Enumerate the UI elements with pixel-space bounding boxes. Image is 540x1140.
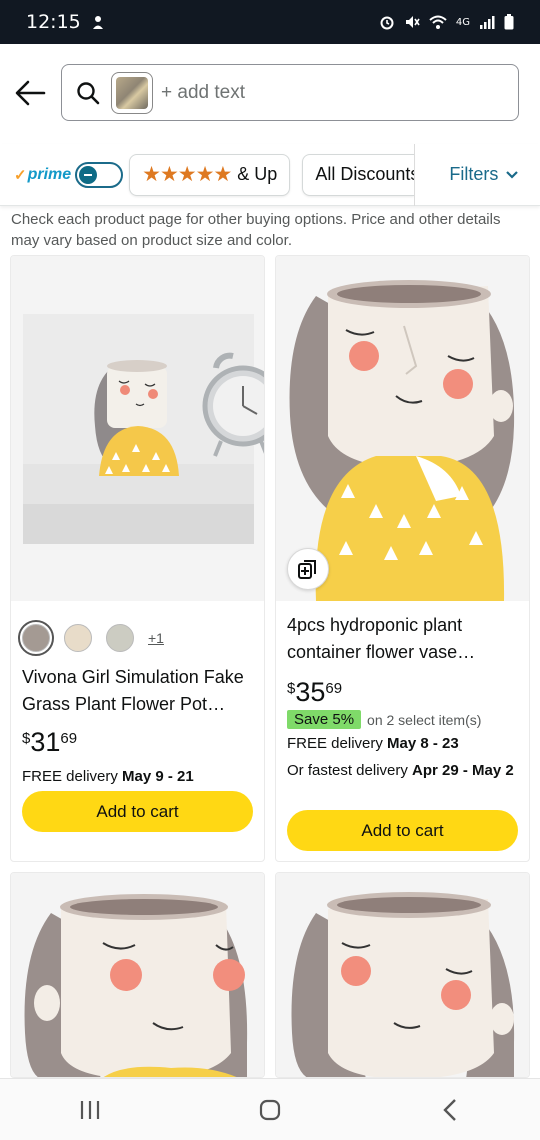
product-image[interactable]: [11, 256, 264, 601]
add-to-cart-button[interactable]: Add to cart: [287, 810, 518, 851]
fastest-delivery-info: Or fastest delivery Apr 29 - May 2: [287, 760, 518, 781]
rating-filter-chip[interactable]: ★★★★★ & Up: [129, 153, 291, 196]
compare-icon: [298, 560, 316, 579]
results-disclaimer: Check each product page for other buying…: [11, 211, 501, 249]
product-card[interactable]: 4pcs hydroponic plant container flower v…: [275, 255, 530, 862]
price-fraction: 69: [325, 680, 343, 697]
discount-filter-chip[interactable]: All Discounts: [302, 153, 415, 196]
color-swatch[interactable]: [64, 624, 92, 652]
delivery-info: FREE delivery May 9 - 21: [22, 766, 253, 787]
price-symbol: $: [22, 730, 31, 747]
home-button[interactable]: [240, 1090, 300, 1130]
product-details: +1 Vivona Girl Simulation Fake Grass Pla…: [18, 618, 253, 787]
product-card[interactable]: +1 Vivona Girl Simulation Fake Grass Pla…: [10, 255, 265, 862]
status-time: 12:15: [26, 11, 81, 33]
product-photo-girl-pot-clock: [23, 314, 264, 544]
filters-label: Filters: [449, 164, 499, 184]
prime-label: prime: [27, 165, 72, 183]
product-photo-girl-pot: [291, 892, 515, 1077]
notification-icon: [92, 16, 103, 29]
prime-check-icon: ✓: [14, 166, 27, 184]
discount-filter-label: All Discounts: [315, 164, 415, 184]
four-stars-icon: ★★★★★: [142, 163, 232, 186]
status-icons: 4G: [379, 14, 514, 30]
signal-icon: [479, 14, 495, 30]
add-to-cart-button[interactable]: Add to cart: [22, 791, 253, 832]
color-swatch[interactable]: [106, 624, 134, 652]
recent-apps-button[interactable]: [60, 1090, 120, 1130]
rating-filter-label: & Up: [237, 164, 278, 184]
battery-icon: [504, 14, 514, 30]
search-image-preview: [116, 76, 148, 109]
search-header: + add text: [0, 44, 540, 144]
save-badge: Save 5%: [287, 710, 362, 729]
arrow-left-icon: [15, 80, 46, 106]
recent-apps-icon: [80, 1100, 100, 1119]
search-image-thumbnail[interactable]: [111, 71, 153, 114]
product-details: 4pcs hydroponic plant container flower v…: [287, 612, 518, 781]
prime-logo: ✓ prime: [14, 166, 71, 184]
compare-button[interactable]: [287, 548, 329, 590]
product-price: $ 35 69: [287, 676, 518, 708]
filters-divider: [414, 143, 416, 206]
status-bar: 12:15 4G: [0, 0, 540, 44]
system-navigation-bar: [0, 1078, 540, 1140]
product-price: $ 31 69: [22, 726, 253, 758]
delivery-date: May 8 - 23: [387, 735, 459, 752]
fastest-delivery-prefix: Or fastest delivery: [287, 762, 413, 779]
back-button[interactable]: [14, 78, 48, 108]
home-icon: [259, 1099, 281, 1120]
prime-toggle[interactable]: [75, 161, 124, 188]
delivery-date: May 9 - 21: [122, 768, 194, 785]
product-image[interactable]: [11, 873, 264, 1077]
color-swatch[interactable]: [18, 620, 54, 656]
delivery-prefix: FREE delivery: [287, 735, 388, 752]
toggle-knob: [79, 165, 98, 184]
product-photo-girl-pot: [24, 894, 248, 1077]
fastest-delivery-date: Apr 29 - May 2: [412, 762, 514, 779]
coupon-row: Save 5% on 2 select item(s): [287, 710, 518, 729]
mute-icon: [404, 14, 420, 30]
search-placeholder[interactable]: + add text: [161, 82, 245, 104]
price-symbol: $: [287, 680, 296, 697]
back-nav-button[interactable]: [420, 1090, 480, 1130]
delivery-prefix: FREE delivery: [22, 768, 123, 785]
product-card[interactable]: [10, 872, 265, 1078]
wifi-icon: [429, 14, 447, 30]
more-colors-link[interactable]: +1: [148, 630, 164, 646]
filter-row: ✓ prime ★★★★★ & Up All Discounts Filters: [0, 143, 540, 206]
color-swatches: +1: [18, 618, 253, 658]
product-image[interactable]: [276, 873, 529, 1077]
product-card[interactable]: [275, 872, 530, 1078]
search-icon: [77, 81, 100, 104]
save-note[interactable]: on 2 select item(s): [367, 712, 481, 728]
network-type: 4G: [455, 16, 470, 28]
product-title[interactable]: 4pcs hydroponic plant container flower v…: [287, 612, 518, 666]
back-nav-icon: [443, 1098, 456, 1121]
price-whole: 31: [30, 727, 61, 757]
price-fraction: 69: [60, 730, 78, 747]
search-input[interactable]: + add text: [61, 64, 519, 121]
filters-button[interactable]: Filters: [449, 164, 519, 185]
alarm-icon: [379, 14, 395, 30]
product-title[interactable]: Vivona Girl Simulation Fake Grass Plant …: [22, 664, 253, 718]
delivery-info: FREE delivery May 8 - 23: [287, 733, 518, 754]
price-whole: 35: [295, 677, 326, 707]
status-time-group: 12:15: [26, 11, 105, 33]
chevron-down-icon: [506, 170, 519, 179]
prime-filter[interactable]: ✓ prime: [14, 161, 124, 188]
